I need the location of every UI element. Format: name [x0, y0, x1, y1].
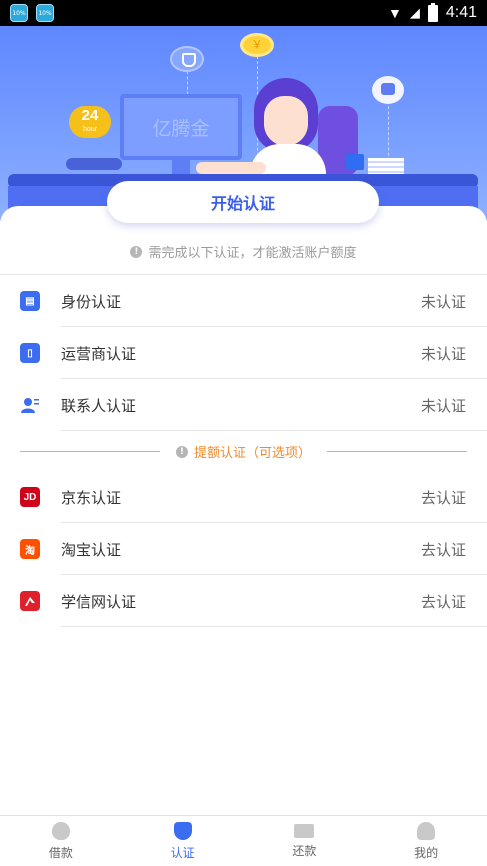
- clock-time: 4:41: [445, 4, 477, 21]
- status-text: 未认证: [420, 396, 466, 415]
- row-divider: [61, 430, 487, 431]
- tab-repayment[interactable]: 还款: [244, 816, 366, 866]
- bottom-tab-bar: 借款 认证 还款 我的: [0, 815, 487, 866]
- wifi-icon: ▼: [388, 5, 402, 21]
- status-text: 去认证: [420, 592, 466, 611]
- loan-icon: [51, 821, 70, 840]
- tab-loan[interactable]: 借款: [0, 816, 122, 866]
- list-item-xuexin[interactable]: 学信网认证 去认证: [0, 575, 487, 627]
- coin-icon: ￥: [240, 33, 274, 57]
- status-bar: 10% 10% ▼ ◢ 4:41: [0, 0, 487, 26]
- activation-notice: ! 需完成以下认证，才能激活账户额度: [0, 242, 487, 261]
- signal-icon: ◢: [409, 5, 420, 20]
- list-item-label: 身份认证: [61, 292, 122, 311]
- list-item-label: 学信网认证: [61, 592, 137, 611]
- jd-icon: JD: [20, 487, 40, 507]
- 24-hour-badge: 24 hour: [69, 106, 111, 138]
- list-item-identity[interactable]: ▤ 身份认证 未认证: [0, 275, 487, 327]
- shield-bubble-icon: [170, 46, 204, 72]
- agent-face-illustration: [264, 96, 308, 146]
- optional-header-text: 提额认证（可选项）: [193, 446, 311, 461]
- battery-icon: [427, 2, 438, 22]
- notice-text: 需完成以下认证，才能激活账户额度: [148, 246, 357, 261]
- id-card-icon: ▤: [20, 291, 40, 311]
- notification-app-icon: 10%: [10, 4, 28, 22]
- contacts-icon: [20, 395, 40, 415]
- taobao-icon-text: 淘: [25, 545, 35, 557]
- tab-verification[interactable]: 认证: [122, 816, 244, 866]
- clock-badge-sub: hour: [82, 126, 97, 133]
- list-item-label: 淘宝认证: [61, 540, 122, 559]
- status-text: 未认证: [420, 344, 466, 363]
- optional-section-header: ! 提额认证（可选项）: [0, 441, 487, 461]
- shield-check-icon: [173, 821, 192, 840]
- info-icon: !: [130, 245, 143, 258]
- monitor-brand-text: 亿腾金: [152, 117, 210, 140]
- list-item-label: 联系人认证: [61, 396, 137, 415]
- status-text: 未认证: [420, 292, 466, 311]
- list-item-taobao[interactable]: 淘 淘宝认证 去认证: [0, 523, 487, 575]
- list-item-jd[interactable]: JD 京东认证 去认证: [0, 471, 487, 523]
- list-item-carrier[interactable]: ▯ 运营商认证 未认证: [0, 327, 487, 379]
- desk-phone-illustration: [66, 158, 122, 170]
- xuexin-icon: [20, 591, 40, 611]
- row-divider: [61, 626, 487, 627]
- list-item-label: 京东认证: [61, 488, 122, 507]
- jd-icon-text: JD: [23, 491, 37, 503]
- taobao-icon: 淘: [20, 539, 40, 559]
- agent-arm-illustration: [196, 162, 266, 174]
- notification-app-icon: 10%: [36, 4, 54, 22]
- info-icon: !: [175, 445, 188, 458]
- hand-bubble-icon: [372, 76, 404, 104]
- tab-label: 还款: [292, 843, 317, 858]
- books-illustration: [368, 158, 404, 174]
- tab-mine[interactable]: 我的: [365, 816, 487, 866]
- dash-line: [388, 96, 389, 166]
- user-icon: [417, 821, 436, 840]
- tab-label: 借款: [48, 845, 73, 860]
- clock-badge-number: 24: [81, 107, 99, 124]
- card-icon: [294, 823, 315, 838]
- list-item-contacts[interactable]: 联系人认证 未认证: [0, 379, 487, 431]
- list-item-label: 运营商认证: [61, 344, 137, 363]
- verification-card: ! 需完成以下认证，才能激活账户额度 ▤ 身份认证 未认证 ▯ 运营商认证 未认…: [0, 206, 487, 816]
- tab-label: 我的: [414, 845, 439, 860]
- start-verification-button[interactable]: 开始认证: [107, 181, 379, 223]
- monitor-illustration: 亿腾金: [120, 94, 242, 160]
- tab-label: 认证: [170, 845, 195, 860]
- status-text: 去认证: [420, 540, 466, 559]
- status-text: 去认证: [420, 488, 466, 507]
- phone-icon: ▯: [20, 343, 40, 363]
- mug-illustration: [346, 154, 364, 170]
